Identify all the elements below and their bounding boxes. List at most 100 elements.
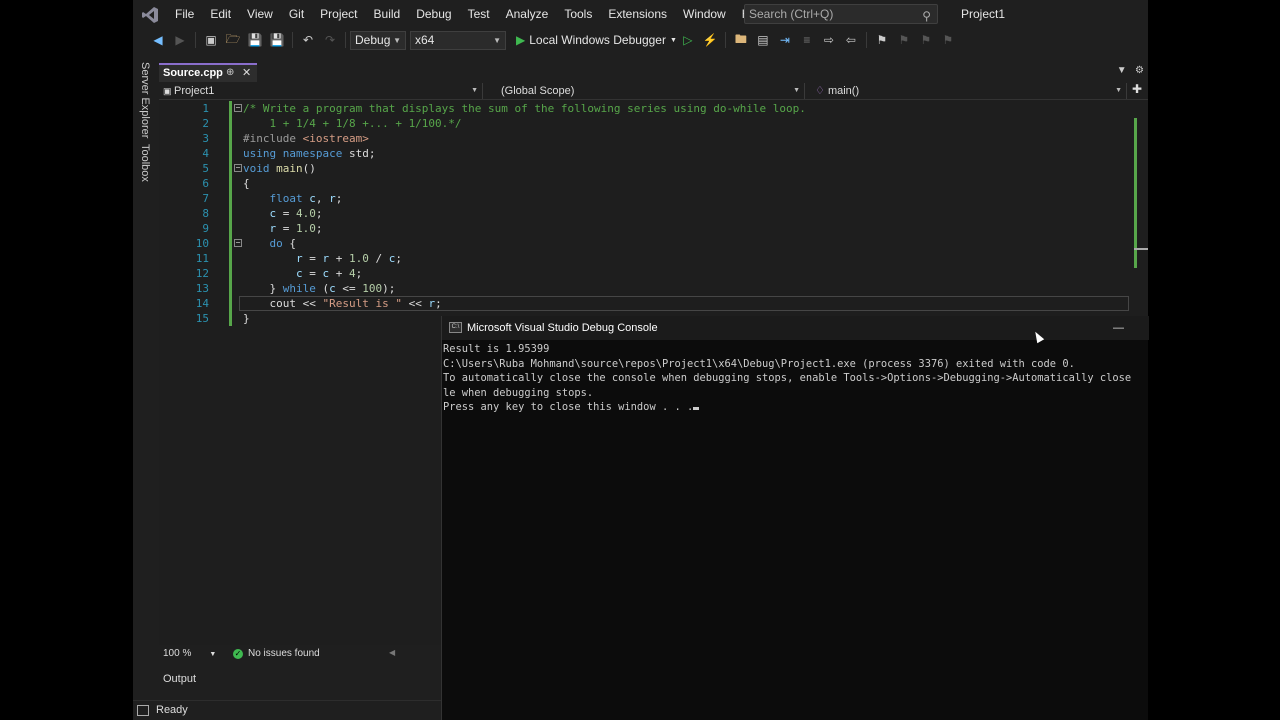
clear-bookmarks-icon[interactable]: ⚑	[939, 31, 957, 49]
code-line[interactable]: 8 c = 4.0;	[159, 206, 1134, 221]
bookmark-icon[interactable]: ⚑	[873, 31, 891, 49]
collapse-icon[interactable]: −	[234, 239, 242, 247]
line-number: 15	[195, 312, 209, 325]
layout-icon[interactable]: ▤	[754, 31, 772, 49]
code-token: c	[243, 207, 277, 220]
project-dropdown[interactable]: ▣ Project1 ▼	[159, 83, 483, 99]
code-text: do {	[243, 236, 296, 251]
align-icon[interactable]: ≡	[798, 31, 816, 49]
search-input[interactable]: Search (Ctrl+Q) ⚲	[744, 4, 938, 24]
server-explorer-tab[interactable]: Server Explorer	[139, 62, 151, 138]
menu-item-debug[interactable]: Debug	[408, 0, 459, 29]
tab-title: Source.cpp	[163, 67, 223, 79]
change-margin	[229, 101, 232, 116]
pin-icon[interactable]: ⊕	[226, 65, 234, 81]
code-token: void	[243, 162, 277, 175]
menu-item-tools[interactable]: Tools	[556, 0, 600, 29]
text-caret	[693, 407, 700, 410]
step-icon[interactable]: ⇥	[776, 31, 794, 49]
indent-icon[interactable]: ⇨	[820, 31, 838, 49]
menu-item-test[interactable]: Test	[460, 0, 498, 29]
code-line[interactable]: 6{	[159, 176, 1134, 191]
menu-item-git[interactable]: Git	[281, 0, 312, 29]
collapse-icon[interactable]: −	[234, 164, 242, 172]
new-project-icon[interactable]: ▣	[202, 31, 220, 49]
menu-item-window[interactable]: Window	[675, 0, 734, 29]
code-line[interactable]: 2 1 + 1/4 + 1/8 +... + 1/100.*/	[159, 116, 1134, 131]
undo-icon[interactable]: ↶	[299, 31, 317, 49]
console-line: le when debugging stops.	[443, 386, 1148, 401]
code-token: r	[243, 252, 303, 265]
minimize-icon[interactable]: —	[1113, 316, 1124, 340]
code-token: std;	[348, 147, 376, 160]
start-debugging-button[interactable]: ▶ Local Windows Debugger ▼	[516, 33, 677, 47]
side-tab-strip: Server Explorer Toolbox	[133, 62, 157, 642]
prev-bookmark-icon[interactable]: ⚑	[895, 31, 913, 49]
issues-indicator[interactable]: ✓ No issues found	[233, 648, 320, 659]
menu-item-edit[interactable]: Edit	[202, 0, 239, 29]
outdent-icon[interactable]: ⇦	[842, 31, 860, 49]
code-text: r = r + 1.0 / c;	[243, 251, 402, 266]
member-dropdown[interactable]: ♢ main() ▼	[811, 83, 1127, 99]
menu-item-build[interactable]: Build	[366, 0, 409, 29]
code-token: 4.0	[296, 207, 316, 220]
menu-item-extensions[interactable]: Extensions	[600, 0, 675, 29]
next-bookmark-icon[interactable]: ⚑	[917, 31, 935, 49]
code-line[interactable]: 13 } while (c <= 100);	[159, 281, 1134, 296]
configuration-select[interactable]: Debug ▼	[350, 30, 406, 50]
menu-items: File Edit View Git Project Build Debug Test Anal…	[167, 0, 774, 29]
open-folder-icon[interactable]: 🗁	[224, 31, 242, 49]
code-token: +	[329, 252, 349, 265]
code-token: =	[276, 207, 296, 220]
code-line[interactable]: 14 cout << "Result is " << r;	[159, 296, 1134, 311]
code-line[interactable]: 12 c = c + 4;	[159, 266, 1134, 281]
back-icon[interactable]: ◀	[149, 31, 167, 49]
code-text: using namespace std;	[243, 146, 375, 161]
collapse-icon[interactable]: −	[234, 104, 242, 112]
save-icon[interactable]: 💾	[246, 31, 264, 49]
visual-studio-logo-icon[interactable]	[133, 0, 167, 29]
code-token: using	[243, 147, 283, 160]
scroll-left-icon[interactable]: ◀	[389, 648, 395, 657]
code-line[interactable]: 1 −/* Write a program that displays the s…	[159, 101, 1134, 116]
toolbox-tab[interactable]: Toolbox	[139, 144, 151, 182]
code-line[interactable]: 3 #include <iostream>	[159, 131, 1134, 146]
forward-icon[interactable]: ▶	[171, 31, 189, 49]
code-text: }	[243, 311, 250, 326]
code-line[interactable]: 9 r = 1.0;	[159, 221, 1134, 236]
save-all-icon[interactable]: 💾	[268, 31, 286, 49]
menu-item-view[interactable]: View	[239, 0, 281, 29]
platform-select[interactable]: x64 ▼	[410, 30, 506, 50]
code-text: c = 4.0;	[243, 206, 322, 221]
menu-item-analyze[interactable]: Analyze	[498, 0, 557, 29]
search-icon: ⚲	[922, 9, 931, 23]
code-line[interactable]: 11 r = r + 1.0 / c;	[159, 251, 1134, 266]
start-without-debugging-icon[interactable]: ▷	[679, 31, 697, 49]
code-line[interactable]: 4 using namespace std;	[159, 146, 1134, 161]
code-token: ;	[435, 297, 442, 310]
code-line[interactable]: 10 − do {	[159, 236, 1134, 251]
line-number: 12	[195, 267, 209, 280]
redo-icon[interactable]: ↷	[321, 31, 339, 49]
scroll-thumb-marker[interactable]	[1134, 248, 1148, 250]
zoom-dropdown[interactable]: 100 % ▼	[163, 648, 216, 659]
tab-source-cpp[interactable]: Source.cpp ⊕ ✕	[159, 63, 257, 82]
browse-folder-icon[interactable]: 🖿	[732, 31, 750, 49]
menu-item-project[interactable]: Project	[312, 0, 365, 29]
code-token: ;	[315, 222, 323, 235]
code-token: =	[276, 222, 296, 235]
code-line[interactable]: 5 − void main()	[159, 161, 1134, 176]
line-number: 8	[202, 207, 209, 220]
tab-overflow-icon[interactable]: ▼ ⚙	[1117, 65, 1144, 76]
navigation-bar: ▣ Project1 ▼ (Global Scope) ▼ ♢ main() ▼ ✚	[159, 82, 1148, 100]
menu-item-file[interactable]: File	[167, 0, 202, 29]
split-window-icon[interactable]: ✚	[1132, 82, 1142, 96]
code-token: namespace	[282, 147, 349, 160]
hot-reload-icon[interactable]: ⚡	[701, 31, 719, 49]
code-line[interactable]: 7 float c, r;	[159, 191, 1134, 206]
code-text: float c, r;	[243, 191, 342, 206]
scope-dropdown[interactable]: (Global Scope) ▼	[497, 83, 805, 99]
code-token: <<	[401, 297, 429, 310]
close-icon[interactable]: ✕	[242, 65, 251, 81]
debug-console-window[interactable]: C:\ Microsoft Visual Studio Debug Consol…	[441, 316, 1149, 720]
